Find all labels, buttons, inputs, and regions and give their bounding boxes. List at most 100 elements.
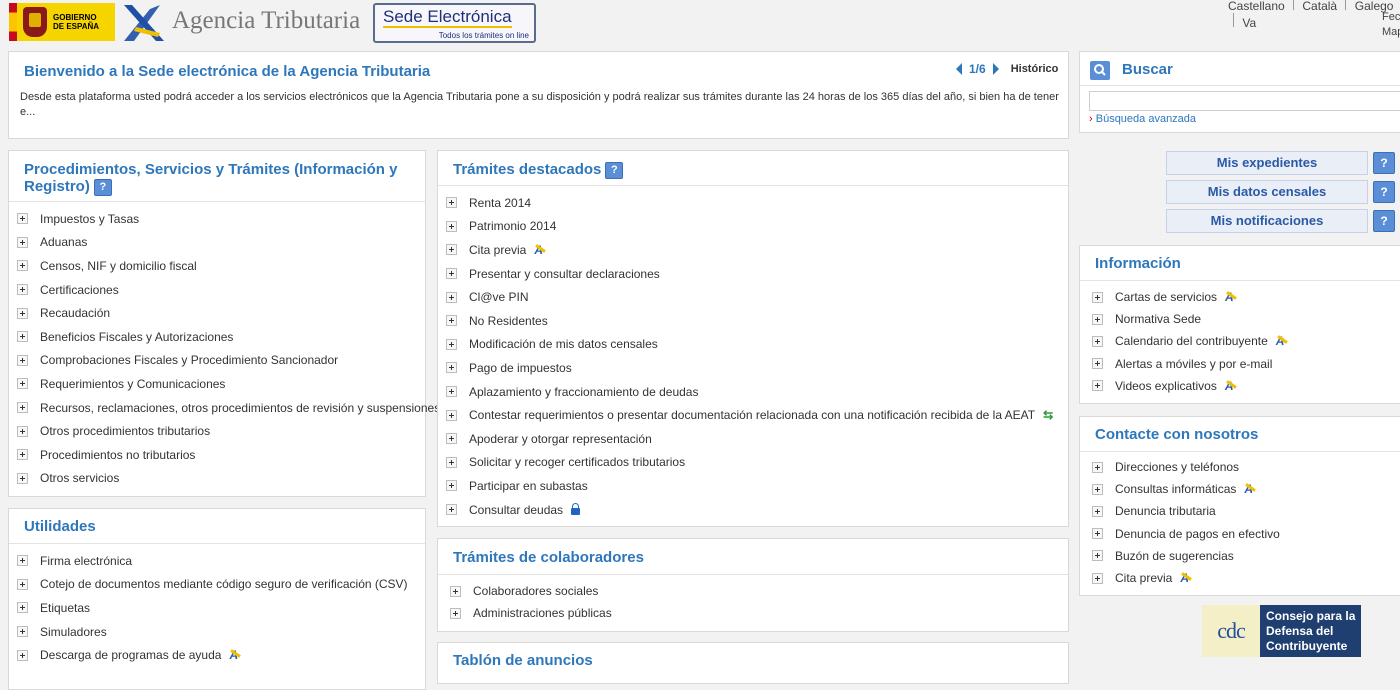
consejo-banner[interactable]: cdc Consejo para la Defensa del Contribu… — [1202, 605, 1361, 657]
plus-icon — [17, 354, 28, 366]
contacte-list: Direcciones y teléfonos Consultas inform… — [1092, 456, 1280, 589]
gobierno-logo[interactable]: GOBIERNO DE ESPAÑA — [9, 3, 115, 41]
list-item[interactable]: Calendario del contribuyente A — [1092, 330, 1284, 352]
list-item[interactable]: Requerimientos y Comunicaciones — [17, 372, 440, 396]
welcome-pager: 1/6 Histórico — [956, 62, 1058, 76]
informacion-title: Información — [1095, 255, 1181, 272]
sede-electronica-logo[interactable]: Sede Electrónica Todos los trámites on l… — [373, 3, 536, 43]
list-item[interactable]: Pago de impuestos — [446, 356, 1053, 380]
lang-castellano[interactable]: Castellano — [1228, 0, 1285, 13]
list-item[interactable]: Contestar requerimientos o presentar doc… — [446, 403, 1053, 427]
plus-icon — [446, 480, 457, 492]
plus-icon — [17, 260, 28, 272]
list-item[interactable]: Direcciones y teléfonos — [1092, 456, 1280, 478]
list-item[interactable]: Modificación de mis datos censales — [446, 333, 1053, 357]
aeat-logo-icon[interactable] — [120, 3, 170, 43]
plus-icon — [1092, 505, 1103, 517]
search-icon[interactable] — [1090, 61, 1110, 80]
list-item[interactable]: No Residentes — [446, 309, 1053, 333]
list-item[interactable]: Colaboradores sociales — [450, 580, 612, 602]
next-arrow-icon[interactable] — [992, 63, 999, 75]
buscar-panel: Buscar › Búsqueda avanzada — [1079, 51, 1400, 133]
list-item[interactable]: Denuncia de pagos en efectivo — [1092, 523, 1280, 545]
tablon-title[interactable]: Tablón de anuncios — [453, 652, 593, 669]
help-icon[interactable]: ? — [1373, 210, 1395, 232]
list-item[interactable]: Consultas informáticas A — [1092, 478, 1280, 500]
plus-icon — [17, 602, 28, 614]
plus-icon — [446, 244, 457, 256]
list-item[interactable]: Consultar deudas — [446, 498, 1053, 522]
plus-icon — [446, 338, 457, 350]
list-item[interactable]: Participar en subastas — [446, 474, 1053, 498]
list-item[interactable]: Beneficios Fiscales y Autorizaciones — [17, 325, 440, 349]
prev-arrow-icon[interactable] — [956, 63, 962, 75]
destacados-panel: Trámites destacados? Renta 2014 Patrimon… — [437, 150, 1069, 527]
plus-icon — [450, 607, 461, 619]
list-item[interactable]: Recursos, reclamaciones, otros procedimi… — [17, 396, 440, 420]
list-item[interactable]: Firma electrónica — [17, 549, 408, 573]
list-item[interactable]: Aduanas — [17, 231, 440, 255]
contacte-panel: Contacte con nosotros Direcciones y telé… — [1079, 416, 1400, 596]
busqueda-avanzada-link[interactable]: › Búsqueda avanzada — [1089, 113, 1196, 125]
aeat-icon: A — [1180, 571, 1190, 586]
list-item[interactable]: Solicitar y recoger certificados tributa… — [446, 451, 1053, 475]
list-item[interactable]: Presentar y consultar declaraciones — [446, 262, 1053, 286]
help-icon[interactable]: ? — [1373, 181, 1395, 203]
mis-expedientes-button[interactable]: Mis expedientes — [1166, 151, 1368, 175]
list-item[interactable]: Renta 2014 — [446, 191, 1053, 215]
list-item[interactable]: Apoderar y otorgar representación — [446, 427, 1053, 451]
list-item[interactable]: Aplazamiento y fraccionamiento de deudas — [446, 380, 1053, 404]
list-item[interactable]: Administraciones públicas — [450, 602, 612, 624]
list-item[interactable]: Cotejo de documentos mediante código seg… — [17, 573, 408, 597]
list-item[interactable]: Cl@ve PIN — [446, 285, 1053, 309]
aeat-icon: A — [1225, 290, 1234, 305]
list-item[interactable]: Procedimientos no tributarios — [17, 443, 440, 467]
list-item[interactable]: Patrimonio 2014 — [446, 215, 1053, 239]
list-item[interactable]: Recaudación — [17, 301, 440, 325]
list-item[interactable]: Buzón de sugerencias — [1092, 545, 1280, 567]
list-item[interactable]: Comprobaciones Fiscales y Procedimiento … — [17, 349, 440, 373]
destacados-title: Trámites destacados? — [453, 161, 624, 179]
plus-icon — [17, 555, 28, 567]
list-item[interactable]: Simuladores — [17, 620, 408, 644]
plus-icon — [1092, 358, 1103, 370]
plus-icon — [446, 197, 457, 209]
lang-valencia[interactable]: Va — [1242, 16, 1256, 30]
aeat-icon: A — [1224, 378, 1234, 393]
mis-notificaciones-button[interactable]: Mis notificaciones — [1166, 209, 1368, 233]
list-item[interactable]: Normativa Sede — [1092, 308, 1284, 330]
plus-icon — [446, 386, 457, 398]
list-item[interactable]: Cita previa A — [1092, 567, 1280, 589]
colaboradores-title: Trámites de colaboradores — [453, 549, 644, 566]
historico-link[interactable]: Histórico — [1011, 63, 1059, 75]
agency-name[interactable]: Agencia Tributaria — [172, 7, 360, 35]
help-icon[interactable]: ? — [605, 161, 624, 179]
list-item[interactable]: Impuestos y Tasas — [17, 207, 440, 231]
mapa-link[interactable]: Map — [1382, 26, 1400, 38]
list-item[interactable]: Otros servicios — [17, 467, 440, 491]
aeat-icon: A — [229, 648, 239, 663]
mis-datos-censales-button[interactable]: Mis datos censales — [1166, 180, 1368, 204]
contacte-title: Contacte con nosotros — [1095, 426, 1259, 443]
list-item[interactable]: Descarga de programas de ayuda A — [17, 643, 408, 667]
list-item[interactable]: Etiquetas — [17, 596, 408, 620]
list-item[interactable]: Certificaciones — [17, 278, 440, 302]
search-input[interactable] — [1089, 91, 1400, 111]
fecha-label: Fec — [1382, 11, 1400, 23]
list-item[interactable]: Cita previa A — [446, 238, 1053, 262]
list-item[interactable]: Denuncia tributaria — [1092, 500, 1280, 522]
list-item[interactable]: Censos, NIF y domicilio fiscal — [17, 254, 440, 278]
list-item[interactable]: Otros procedimientos tributarios — [17, 419, 440, 443]
list-item[interactable]: Alertas a móviles y por e-mail — [1092, 353, 1284, 375]
lang-catala[interactable]: Català — [1302, 0, 1337, 13]
list-item[interactable]: Videos explicativos A — [1092, 375, 1284, 397]
lock-icon — [571, 503, 581, 516]
welcome-title[interactable]: Bienvenido a la Sede electrónica de la A… — [24, 63, 430, 80]
plus-icon — [1092, 528, 1103, 540]
procedimientos-panel: Procedimientos, Servicios y Trámites (In… — [8, 150, 440, 497]
list-item[interactable]: Cartas de servicios A — [1092, 286, 1284, 308]
plus-icon — [1092, 550, 1103, 562]
help-icon[interactable]: ? — [93, 178, 112, 196]
plus-icon — [17, 213, 28, 225]
help-icon[interactable]: ? — [1373, 152, 1395, 174]
